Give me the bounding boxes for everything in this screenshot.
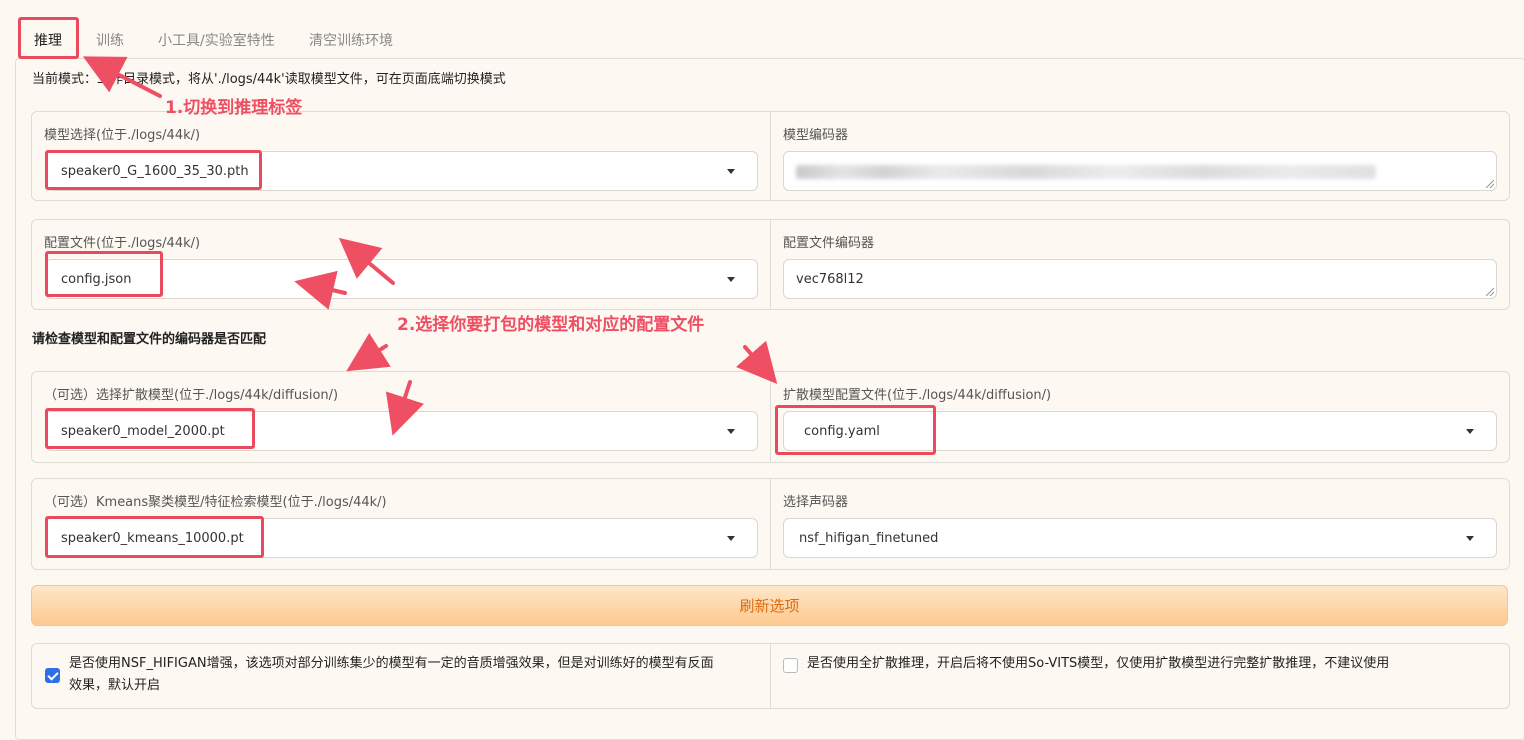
vocoder-label: 选择声码器 (783, 495, 849, 510)
config-select-label: 配置文件(位于./logs/44k/) (44, 236, 201, 251)
chevron-down-icon (1466, 536, 1474, 541)
row-divider (770, 372, 771, 462)
model-select-label: 模型选择(位于./logs/44k/) (44, 128, 201, 143)
highlight-box-inference-tab (18, 17, 79, 59)
config-row: 配置文件(位于./logs/44k/) config.json 配置文件编码器 … (31, 219, 1510, 310)
row-divider (770, 112, 771, 200)
tab-tools-lab[interactable]: 小工具/实验室特性 (158, 30, 275, 50)
chevron-down-icon (727, 429, 735, 434)
highlight-box-diffusion-model (45, 408, 255, 449)
vocoder-dropdown[interactable]: nsf_hifigan_finetuned (783, 518, 1497, 558)
tab-clear-env[interactable]: 清空训练环境 (309, 30, 393, 50)
nsf-hifigan-enhance-text-line1: 是否使用NSF_HIFIGAN增强，该选项对部分训练集少的模型有一定的音质增强效… (69, 656, 714, 671)
refresh-options-button[interactable]: 刷新选项 (31, 585, 1508, 626)
config-encoder-field[interactable]: vec768l12 (783, 259, 1497, 299)
diffusion-model-label: （可选）选择扩散模型(位于./logs/44k/diffusion/) (44, 388, 339, 403)
chevron-down-icon (727, 169, 735, 174)
chevron-down-icon (727, 277, 735, 282)
current-mode-text: 当前模式：工作目录模式，将从'./logs/44k'读取模型文件，可在页面底端切… (32, 72, 506, 87)
row-divider (770, 220, 771, 309)
annotation-step1: 1.切换到推理标签 (165, 98, 303, 118)
kmeans-model-label: （可选）Kmeans聚类模型/特征检索模型(位于./logs/44k/) (44, 495, 387, 510)
chevron-down-icon (1466, 429, 1474, 434)
annotation-step2: 2.选择你要打包的模型和对应的配置文件 (397, 315, 705, 335)
highlight-box-model (45, 150, 262, 190)
highlight-box-config (45, 251, 163, 297)
tab-bar: 推理 训练 小工具/实验室特性 清空训练环境 (0, 0, 1524, 59)
config-encoder-value: vec768l12 (796, 272, 864, 287)
full-diffusion-text: 是否使用全扩散推理，开启后将不使用So-VITS模型，仅使用扩散模型进行完整扩散… (807, 656, 1390, 671)
full-diffusion-checkbox[interactable] (783, 658, 798, 673)
nsf-hifigan-enhance-checkbox[interactable] (45, 668, 60, 683)
nsf-hifigan-enhance-text-line2: 效果，默认开启 (69, 678, 161, 693)
diffusion-config-label: 扩散模型配置文件(位于./logs/44k/diffusion/) (783, 388, 1052, 403)
model-encoder-field[interactable] (783, 151, 1497, 191)
config-encoder-label: 配置文件编码器 (783, 236, 875, 251)
encoder-match-hint: 请检查模型和配置文件的编码器是否匹配 (32, 332, 267, 347)
resize-grip-icon[interactable] (1486, 288, 1494, 296)
highlight-box-diffusion-config (775, 405, 936, 455)
model-encoder-label: 模型编码器 (783, 128, 849, 143)
row-divider (770, 644, 771, 708)
resize-grip-icon[interactable] (1486, 180, 1494, 188)
row-divider (770, 479, 771, 569)
tab-training[interactable]: 训练 (96, 30, 124, 50)
options-row: 是否使用NSF_HIFIGAN增强，该选项对部分训练集少的模型有一定的音质增强效… (31, 643, 1510, 709)
vocoder-value: nsf_hifigan_finetuned (799, 531, 939, 546)
highlight-box-kmeans (45, 516, 264, 558)
blurred-encoder-value (796, 165, 1376, 179)
chevron-down-icon (727, 536, 735, 541)
